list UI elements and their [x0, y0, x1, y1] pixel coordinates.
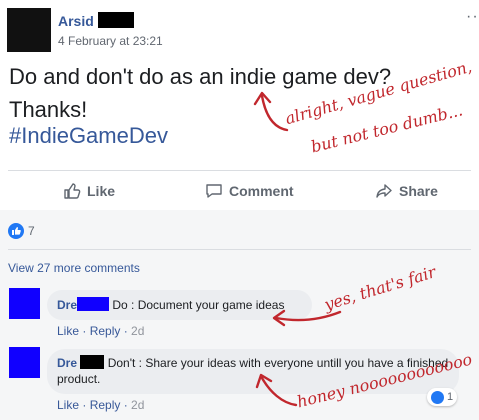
like-label: Like	[87, 183, 116, 199]
comment-reaction-count: 1	[447, 391, 454, 403]
divider	[8, 170, 471, 171]
post-text-line1: Do and don't do as an indie game dev?	[9, 64, 392, 89]
author-name[interactable]: Arsid	[58, 13, 94, 29]
comment-reply-link[interactable]: Reply	[90, 324, 121, 338]
name-redaction	[77, 297, 110, 311]
share-icon	[376, 184, 392, 198]
more-options-icon[interactable]: ··	[466, 8, 479, 26]
comment-like-link[interactable]: Like	[57, 324, 79, 338]
comment-meta: Like · Reply · 2d	[57, 398, 145, 412]
comment-bubble: Dre Do : Document your game ideas	[47, 290, 312, 320]
post-timestamp[interactable]: 4 February at 23:21	[58, 34, 163, 48]
author-avatar[interactable]	[7, 8, 51, 52]
comment-like-link[interactable]: Like	[57, 398, 79, 412]
divider	[8, 249, 471, 250]
comment-time[interactable]: 2d	[131, 398, 144, 412]
comment-time[interactable]: 2d	[131, 324, 144, 338]
share-label: Share	[399, 183, 438, 199]
comment-icon	[206, 184, 222, 198]
post-hashtag[interactable]: #IndieGameDev	[9, 123, 168, 149]
comment-button[interactable]: Comment	[205, 182, 294, 200]
share-button[interactable]: Share	[375, 182, 438, 200]
comment-reply-link[interactable]: Reply	[90, 398, 121, 412]
commenter-name[interactable]: Dre	[57, 298, 77, 312]
like-button[interactable]: Like	[63, 182, 115, 200]
annotation-arrowhead	[253, 91, 272, 106]
reaction-count[interactable]: 7	[28, 224, 35, 238]
commenter-avatar[interactable]	[9, 347, 40, 378]
post-text-line2: Thanks!	[9, 97, 88, 122]
commenter-name[interactable]: Dre	[57, 356, 77, 370]
comment-reaction-badge[interactable]: 1	[427, 388, 458, 406]
comment-text: Do : Document your game ideas	[112, 298, 285, 312]
comment-label: Comment	[229, 183, 294, 199]
thumbs-up-icon[interactable]	[8, 223, 24, 239]
action-bar: Like Comment Share	[8, 174, 471, 208]
name-redaction	[80, 355, 105, 369]
thumbs-up-icon	[64, 183, 81, 199]
thumbs-up-icon	[431, 390, 444, 404]
name-redaction	[98, 12, 134, 28]
commenter-avatar[interactable]	[9, 288, 40, 319]
view-more-comments-link[interactable]: View 27 more comments	[8, 261, 140, 275]
comment-meta: Like · Reply · 2d	[57, 324, 145, 338]
